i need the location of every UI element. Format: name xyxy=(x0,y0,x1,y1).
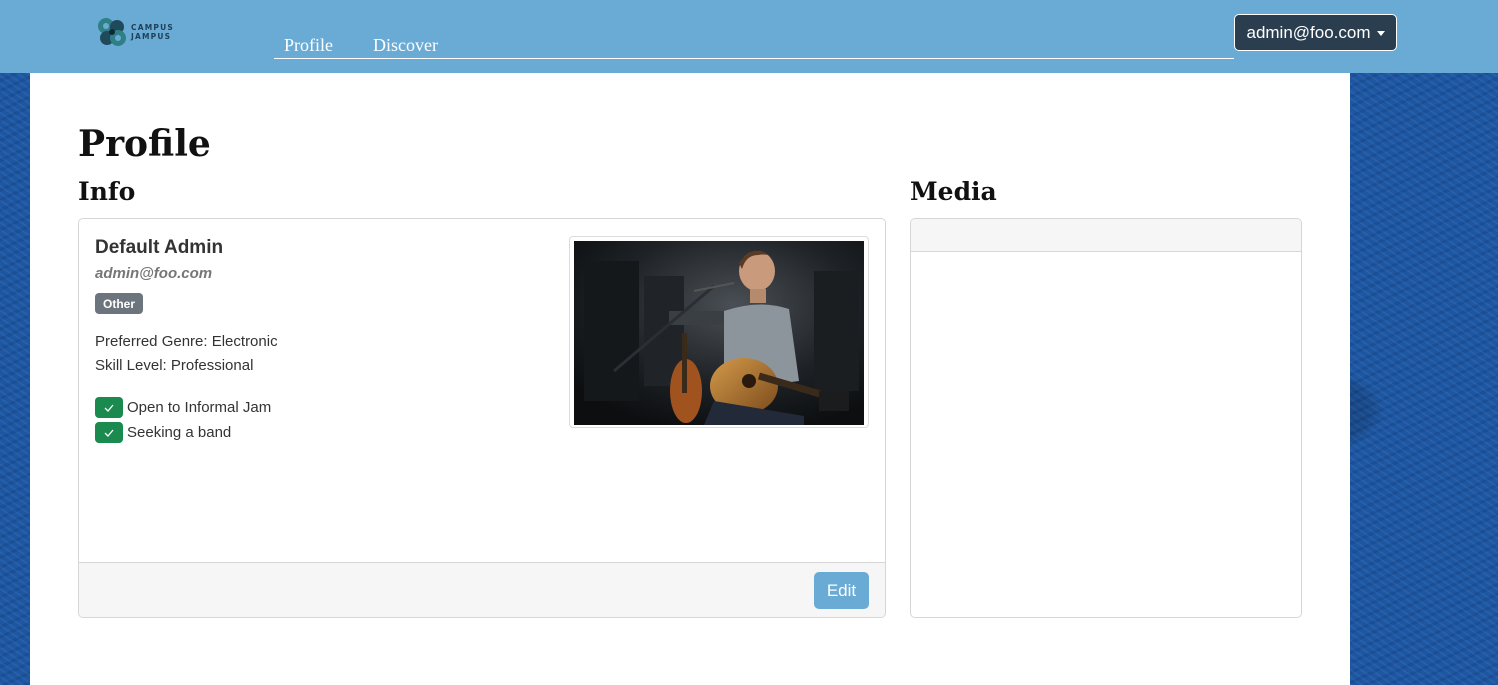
user-menu-dropdown[interactable]: admin@foo.com xyxy=(1234,14,1397,51)
info-card-footer: Edit xyxy=(79,562,885,617)
nav-link-discover[interactable]: Discover xyxy=(363,30,448,58)
logo-mark-icon xyxy=(98,18,126,46)
info-card: Default Admin admin@foo.com Other Prefer… xyxy=(78,218,886,618)
edit-button[interactable]: Edit xyxy=(814,572,869,609)
instrument-badge: Other xyxy=(95,293,144,314)
media-card xyxy=(910,218,1302,618)
profile-name: Default Admin xyxy=(95,237,224,258)
main-container: Profile Info Media Default Admin admin@f… xyxy=(30,73,1350,685)
logo-wordmark: CAMPUS JAMPUS xyxy=(131,23,174,41)
guitarist-photo-image xyxy=(574,241,864,425)
media-card-header xyxy=(911,219,1301,252)
profile-photo xyxy=(569,236,869,428)
logo-line-2: JAMPUS xyxy=(131,32,172,41)
nav-link-profile[interactable]: Profile xyxy=(274,30,343,58)
media-heading: Media xyxy=(910,177,997,206)
check-label: Open to Informal Jam xyxy=(127,399,272,416)
check-seeking-band: Seeking a band xyxy=(95,422,231,443)
checkmark-icon xyxy=(95,397,123,418)
info-heading: Info xyxy=(78,177,136,206)
user-menu-label: admin@foo.com xyxy=(1246,22,1371,42)
nav-links: Profile Discover xyxy=(274,30,1234,59)
campus-jampus-logo[interactable]: CAMPUS JAMPUS xyxy=(95,14,185,50)
preferred-genre: Preferred Genre: Electronic xyxy=(95,333,278,350)
top-navbar: CAMPUS JAMPUS Profile Discover admin@foo… xyxy=(0,0,1498,73)
page-title: Profile xyxy=(78,123,211,165)
skill-level: Skill Level: Professional xyxy=(95,357,254,374)
checkmark-icon xyxy=(95,422,123,443)
caret-down-icon xyxy=(1376,31,1385,36)
logo-line-1: CAMPUS xyxy=(131,23,174,32)
check-label: Seeking a band xyxy=(127,424,232,441)
check-open-to-jam: Open to Informal Jam xyxy=(95,397,271,418)
profile-email: admin@foo.com xyxy=(95,265,213,282)
